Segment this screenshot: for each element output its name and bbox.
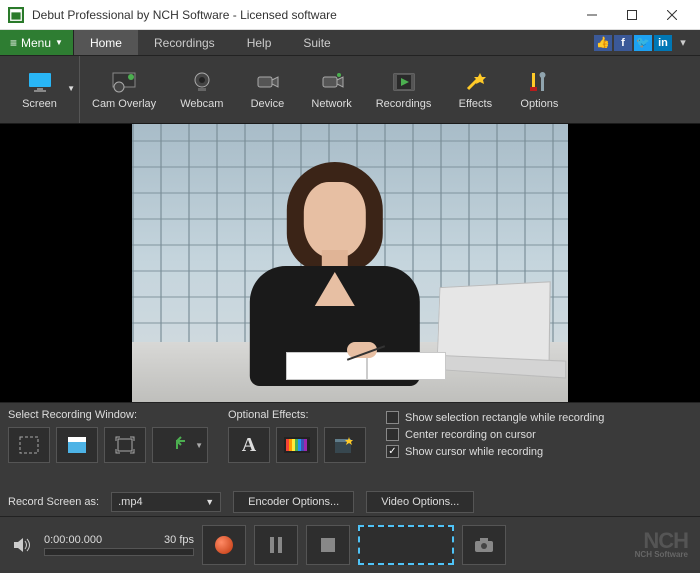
toolbar-label: Recordings [376,98,432,110]
select-region-button[interactable] [8,427,50,463]
toolbar: Screen ▼ Cam Overlay Webcam Device Netwo… [0,56,700,124]
record-button[interactable] [202,525,246,565]
chevron-down-icon[interactable]: ▾ [674,35,692,51]
menu-row: ≡Menu▼ Home Recordings Help Suite 👍 f 🐦 … [0,30,700,56]
toolbar-label: Cam Overlay [92,98,156,110]
close-button[interactable] [652,1,692,29]
checkbox-icon [386,411,399,424]
preview-video-frame [132,124,568,402]
text-overlay-button[interactable]: A [228,427,270,463]
app-icon [8,7,24,23]
color-adjust-button[interactable] [276,427,318,463]
thumbs-up-icon[interactable]: 👍 [594,35,612,51]
titlebar: Debut Professional by NCH Software - Lic… [0,0,700,30]
menu-button[interactable]: ≡Menu▼ [0,30,74,55]
social-icons: 👍 f 🐦 in ▾ [594,30,700,55]
encoder-options-button[interactable]: Encoder Options... [233,491,354,513]
select-window-button[interactable] [56,427,98,463]
webcam-icon [189,70,215,94]
check-show-selection[interactable]: Show selection rectangle while recording [386,411,604,424]
progress-bar[interactable] [44,548,194,556]
stop-button[interactable] [306,525,350,565]
toolbar-device[interactable]: Device [235,56,299,123]
select-fullscreen-button[interactable] [104,427,146,463]
time-info: 0:00:00.000 30 fps [44,534,194,556]
toolbar-options[interactable]: Options [507,56,571,123]
check-center-cursor[interactable]: Center recording on cursor [386,428,604,441]
tab-home[interactable]: Home [74,30,138,55]
recordings-icon [391,70,417,94]
toolbar-label: Options [520,98,558,110]
settings-panels: Select Recording Window: ▼ Optional Effe… [0,402,700,488]
window-buttons [572,1,692,29]
screen-icon [27,70,53,94]
video-options-button[interactable]: Video Options... [366,491,474,513]
nch-logo: NCH NCH Software [635,531,692,558]
effects-label: Optional Effects: [228,409,366,421]
control-row: 0:00:00.000 30 fps NCH NCH Software [0,516,700,572]
toolbar-screen[interactable]: Screen ▼ [0,56,80,123]
toolbar-network[interactable]: Network [299,56,363,123]
maximize-button[interactable] [612,1,652,29]
toolbar-recordings[interactable]: Recordings [364,56,444,123]
minimize-button[interactable] [572,1,612,29]
effects-panel: Optional Effects: A [228,409,366,482]
options-icon [526,70,552,94]
facebook-icon[interactable]: f [614,35,632,51]
format-select[interactable]: .mp4 ▼ [111,492,221,512]
video-effects-button[interactable] [324,427,366,463]
record-as-label: Record Screen as: [8,496,99,508]
checkbox-panel: Show selection rectangle while recording… [386,409,604,482]
network-icon [319,70,345,94]
checkbox-icon: ✓ [386,445,399,458]
record-format-row: Record Screen as: .mp4 ▼ Encoder Options… [0,488,700,516]
screenshot-button[interactable] [462,525,506,565]
tab-suite[interactable]: Suite [287,30,346,55]
check-label: Show selection rectangle while recording [405,412,604,424]
preview-area [0,124,700,402]
fps-label: 30 fps [164,534,194,546]
menu-button-label: Menu [21,36,51,50]
toolbar-label: Webcam [180,98,223,110]
check-label: Show cursor while recording [405,446,543,458]
checkbox-icon [386,428,399,441]
window-title: Debut Professional by NCH Software - Lic… [32,8,572,22]
effects-icon [462,70,488,94]
select-window-panel: Select Recording Window: ▼ [8,409,208,482]
toolbar-label: Network [311,98,351,110]
pause-button[interactable] [254,525,298,565]
cam-overlay-icon [111,70,137,94]
toolbar-cam-overlay[interactable]: Cam Overlay [80,56,168,123]
format-value: .mp4 [118,496,142,508]
toolbar-webcam[interactable]: Webcam [168,56,235,123]
elapsed-time: 0:00:00.000 [44,534,102,546]
linkedin-icon[interactable]: in [654,35,672,51]
speaker-button[interactable] [8,531,36,559]
capture-region-button[interactable] [358,525,454,565]
select-window-label: Select Recording Window: [8,409,208,421]
toolbar-label: Screen [22,98,57,110]
check-label: Center recording on cursor [405,429,536,441]
toolbar-effects[interactable]: Effects [443,56,507,123]
check-show-cursor[interactable]: ✓ Show cursor while recording [386,445,604,458]
toolbar-label: Device [251,98,285,110]
device-icon [254,70,280,94]
tab-recordings[interactable]: Recordings [138,30,231,55]
toolbar-label: Effects [459,98,492,110]
twitter-icon[interactable]: 🐦 [634,35,652,51]
select-application-button[interactable]: ▼ [152,427,208,463]
tab-help[interactable]: Help [231,30,288,55]
